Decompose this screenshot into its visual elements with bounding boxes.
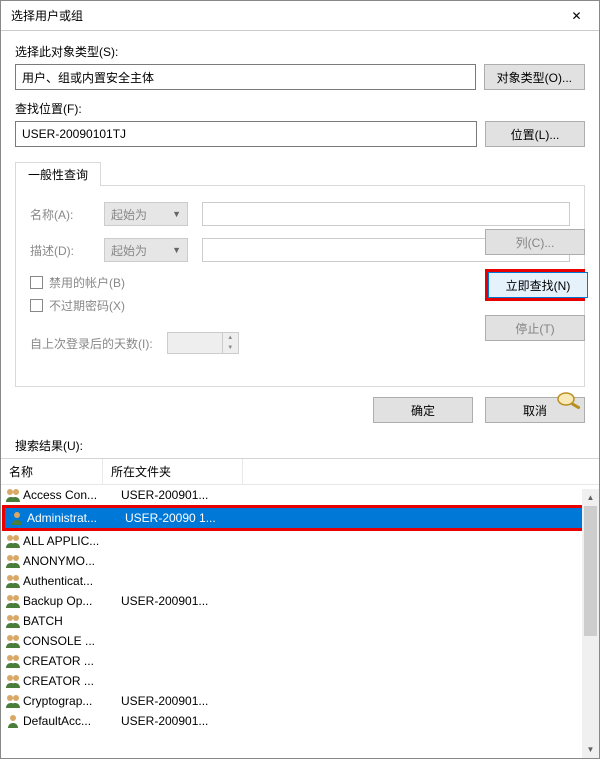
group-icon — [5, 633, 21, 649]
disabled-accounts-checkbox[interactable] — [30, 276, 43, 289]
columns-button[interactable]: 列(C)... — [485, 229, 585, 255]
name-op-combo[interactable]: 起始为 ▼ — [104, 202, 188, 226]
group-icon — [5, 553, 21, 569]
location-field[interactable]: USER-20090101TJ — [15, 121, 477, 147]
result-name: CREATOR ... — [23, 654, 121, 668]
search-status-icon — [553, 389, 585, 413]
disabled-accounts-label: 禁用的帐户(B) — [49, 274, 125, 291]
group-icon — [5, 653, 21, 669]
group-icon — [5, 487, 21, 503]
object-type-field[interactable]: 用户、组或内置安全主体 — [15, 64, 476, 90]
spinner-up-icon[interactable]: ▲ — [223, 333, 238, 343]
result-folder: USER-20090 1... — [125, 511, 245, 525]
result-folder: USER-200901... — [121, 594, 241, 608]
tab-common-queries[interactable]: 一般性查询 — [15, 162, 101, 186]
scroll-thumb[interactable] — [584, 506, 597, 636]
result-name: ANONYMO... — [23, 554, 121, 568]
group-icon — [5, 693, 21, 709]
result-row[interactable]: CREATOR ... — [1, 651, 599, 671]
result-row[interactable]: ALL APPLIC... — [1, 531, 599, 551]
days-since-logon-label: 自上次登录后的天数(I): — [30, 335, 153, 352]
find-now-button[interactable]: 立即查找(N) — [488, 272, 588, 298]
result-row[interactable]: Authenticat... — [1, 571, 599, 591]
chevron-down-icon: ▼ — [172, 209, 181, 219]
days-spinner[interactable]: ▲▼ — [167, 332, 239, 354]
name-filter-input[interactable] — [202, 202, 570, 226]
result-row[interactable]: CREATOR ... — [1, 671, 599, 691]
desc-filter-label: 描述(D): — [30, 242, 90, 259]
result-name: Cryptograp... — [23, 694, 121, 708]
result-row[interactable]: ANONYMO... — [1, 551, 599, 571]
col-name-header[interactable]: 名称 — [1, 459, 103, 484]
spinner-down-icon[interactable]: ▼ — [223, 343, 238, 353]
result-row[interactable]: CONSOLE ... — [1, 631, 599, 651]
user-icon — [5, 713, 21, 728]
group-icon — [5, 533, 21, 549]
result-name: CONSOLE ... — [23, 634, 121, 648]
result-name: Backup Op... — [23, 594, 121, 608]
result-row[interactable]: Administrat...USER-20090 1... — [5, 508, 596, 528]
col-folder-header[interactable]: 所在文件夹 — [103, 459, 243, 484]
result-name: ALL APPLIC... — [23, 534, 121, 548]
result-folder: USER-200901... — [121, 488, 241, 502]
result-row[interactable]: Backup Op...USER-200901... — [1, 591, 599, 611]
result-name: Administrat... — [27, 511, 125, 525]
chevron-down-icon: ▼ — [172, 245, 181, 255]
result-name: BATCH — [23, 614, 121, 628]
location-label: 查找位置(F): — [15, 100, 585, 117]
name-filter-label: 名称(A): — [30, 206, 90, 223]
group-icon — [5, 613, 21, 629]
stop-button[interactable]: 停止(T) — [485, 315, 585, 341]
result-row[interactable]: DefaultAcc...USER-200901... — [1, 711, 599, 728]
close-button[interactable]: ✕ — [554, 1, 599, 31]
result-row[interactable]: Cryptograp...USER-200901... — [1, 691, 599, 711]
result-name: DefaultAcc... — [23, 714, 121, 728]
result-row[interactable]: Access Con...USER-200901... — [1, 485, 599, 505]
result-name: Authenticat... — [23, 574, 121, 588]
scroll-down-icon[interactable]: ▼ — [582, 741, 599, 758]
object-types-button[interactable]: 对象类型(O)... — [484, 64, 585, 90]
group-icon — [5, 573, 21, 589]
search-results-label: 搜索结果(U): — [1, 437, 599, 454]
desc-op-combo[interactable]: 起始为 ▼ — [104, 238, 188, 262]
object-type-label: 选择此对象类型(S): — [15, 43, 585, 60]
group-icon — [5, 593, 21, 609]
ok-button[interactable]: 确定 — [373, 397, 473, 423]
non-expiring-pwd-label: 不过期密码(X) — [49, 297, 125, 314]
locations-button[interactable]: 位置(L)... — [485, 121, 585, 147]
results-scrollbar[interactable]: ▲ ▼ — [582, 489, 599, 758]
result-name: Access Con... — [23, 488, 121, 502]
result-name: CREATOR ... — [23, 674, 121, 688]
result-folder: USER-200901... — [121, 694, 241, 708]
scroll-up-icon[interactable]: ▲ — [582, 489, 599, 506]
group-icon — [5, 673, 21, 689]
window-title: 选择用户或组 — [11, 7, 554, 24]
user-icon — [9, 510, 25, 526]
non-expiring-pwd-checkbox[interactable] — [30, 299, 43, 312]
result-row[interactable]: BATCH — [1, 611, 599, 631]
result-folder: USER-200901... — [121, 714, 241, 728]
